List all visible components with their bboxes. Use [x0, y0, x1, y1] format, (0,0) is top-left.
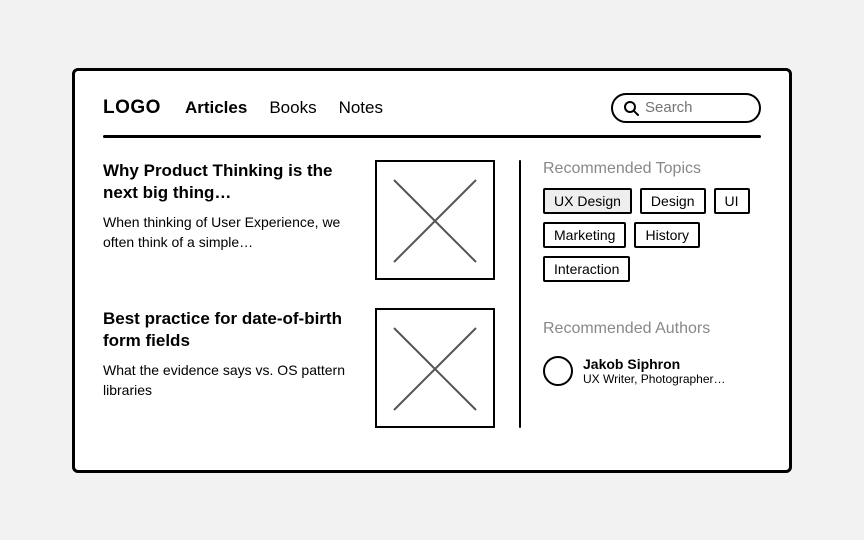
article-title: Why Product Thinking is the next big thi…: [103, 160, 357, 206]
topic-tag-interaction[interactable]: Interaction: [543, 256, 630, 282]
article-item[interactable]: Best practice for date-of-birth form fie…: [103, 308, 495, 428]
topic-tag-list: UX Design Design UI Marketing History In…: [543, 188, 761, 282]
content: Why Product Thinking is the next big thi…: [103, 160, 761, 428]
image-placeholder-icon: [375, 160, 495, 280]
topic-tag-history[interactable]: History: [634, 222, 700, 248]
header-divider: [103, 135, 761, 138]
search-icon: [623, 100, 639, 116]
image-placeholder-icon: [375, 308, 495, 428]
author-info: Jakob Siphron UX Writer, Photographer…: [583, 356, 726, 386]
nav-link-books[interactable]: Books: [269, 98, 316, 118]
topic-tag-marketing[interactable]: Marketing: [543, 222, 626, 248]
nav-links: Articles Books Notes: [185, 98, 383, 118]
search-field[interactable]: [611, 93, 761, 123]
article-excerpt: When thinking of User Experience, we oft…: [103, 213, 357, 252]
top-nav: LOGO Articles Books Notes: [103, 93, 761, 123]
app-window: LOGO Articles Books Notes Why Product Th…: [72, 68, 792, 473]
article-text: Best practice for date-of-birth form fie…: [103, 308, 357, 401]
article-title: Best practice for date-of-birth form fie…: [103, 308, 357, 354]
author-name: Jakob Siphron: [583, 356, 726, 372]
nav-link-articles[interactable]: Articles: [185, 98, 247, 118]
authors-heading: Recommended Authors: [543, 320, 761, 338]
logo[interactable]: LOGO: [103, 97, 161, 119]
search-input[interactable]: [645, 99, 745, 116]
sidebar: Recommended Topics UX Design Design UI M…: [543, 160, 761, 428]
article-item[interactable]: Why Product Thinking is the next big thi…: [103, 160, 495, 280]
nav-link-notes[interactable]: Notes: [339, 98, 383, 118]
topic-tag-ui[interactable]: UI: [714, 188, 750, 214]
author-item[interactable]: Jakob Siphron UX Writer, Photographer…: [543, 356, 761, 386]
topic-tag-design[interactable]: Design: [640, 188, 706, 214]
article-list: Why Product Thinking is the next big thi…: [103, 160, 495, 428]
vertical-divider: [519, 160, 522, 428]
topics-heading: Recommended Topics: [543, 160, 761, 178]
avatar: [543, 356, 573, 386]
article-excerpt: What the evidence says vs. OS pattern li…: [103, 361, 357, 400]
article-text: Why Product Thinking is the next big thi…: [103, 160, 357, 253]
topic-tag-ux-design[interactable]: UX Design: [543, 188, 632, 214]
author-bio: UX Writer, Photographer…: [583, 372, 726, 386]
